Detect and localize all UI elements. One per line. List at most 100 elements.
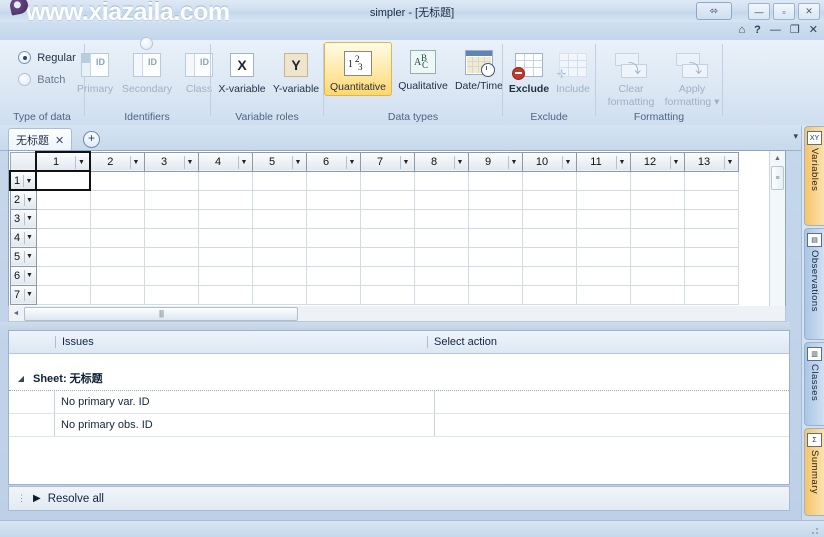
row-header-1[interactable]: 1 ▼: [9, 170, 37, 191]
sidebar-item-variables[interactable]: XY Variables: [804, 126, 824, 226]
quantitative-button[interactable]: 123 Quantitative: [324, 42, 392, 96]
column-header-9[interactable]: 9 ▼: [467, 151, 523, 172]
cell-1-10[interactable]: [521, 170, 577, 191]
column-header-3[interactable]: 3 ▼: [143, 151, 199, 172]
column-header-8[interactable]: 8 ▼: [413, 151, 469, 172]
cell-7-9[interactable]: [467, 284, 523, 305]
cell-5-4[interactable]: [197, 246, 253, 267]
cell-2-2[interactable]: [89, 189, 145, 210]
cell-4-2[interactable]: [89, 227, 145, 248]
cell-7-1[interactable]: [35, 284, 91, 305]
cell-3-3[interactable]: [143, 208, 199, 229]
cell-1-8[interactable]: [413, 170, 469, 191]
cell-1-12[interactable]: [629, 170, 685, 191]
drag-handle-icon[interactable]: ⋮: [17, 494, 26, 503]
cell-2-13[interactable]: [683, 189, 739, 210]
cell-4-6[interactable]: [305, 227, 361, 248]
cell-4-5[interactable]: [251, 227, 307, 248]
cell-5-7[interactable]: [359, 246, 415, 267]
cell-2-9[interactable]: [467, 189, 523, 210]
cell-2-1[interactable]: [35, 189, 91, 210]
cell-3-6[interactable]: [305, 208, 361, 229]
column-header-4[interactable]: 4 ▼: [197, 151, 253, 172]
column-header-6[interactable]: 6 ▼: [305, 151, 361, 172]
sheet-tab-active[interactable]: 无标题 ✕: [8, 128, 73, 151]
grid-horizontal-scrollbar[interactable]: ◄ ||||: [8, 306, 786, 322]
cell-4-9[interactable]: [467, 227, 523, 248]
cell-3-12[interactable]: [629, 208, 685, 229]
cell-4-13[interactable]: [683, 227, 739, 248]
play-triangle-icon[interactable]: ▶: [33, 493, 41, 504]
primary-id-button[interactable]: ID Primary: [69, 45, 121, 95]
cell-2-7[interactable]: [359, 189, 415, 210]
cell-7-8[interactable]: [413, 284, 469, 305]
cell-7-2[interactable]: [89, 284, 145, 305]
cell-7-4[interactable]: [197, 284, 253, 305]
cell-5-2[interactable]: [89, 246, 145, 267]
cell-1-6[interactable]: [305, 170, 361, 191]
cell-3-7[interactable]: [359, 208, 415, 229]
close-button[interactable]: ✕: [798, 3, 820, 20]
select-all-corner[interactable]: [9, 151, 37, 172]
cell-6-1[interactable]: [35, 265, 91, 286]
radio-regular[interactable]: Regular: [18, 51, 76, 64]
column-header-10[interactable]: 10 ▼: [521, 151, 577, 172]
x-variable-button[interactable]: X X-variable: [216, 45, 268, 95]
qualitative-button[interactable]: ABC Qualitative: [394, 42, 452, 92]
cell-7-11[interactable]: [575, 284, 631, 305]
cell-5-3[interactable]: [143, 246, 199, 267]
cell-2-5[interactable]: [251, 189, 307, 210]
grid-vertical-scrollbar[interactable]: ▲ ≡ ▼: [769, 151, 785, 321]
cell-7-3[interactable]: [143, 284, 199, 305]
cell-7-12[interactable]: [629, 284, 685, 305]
row-header-3[interactable]: 3 ▼: [9, 208, 37, 229]
issues-group-header[interactable]: ◢ Sheet: 无标题: [9, 366, 789, 391]
cell-6-6[interactable]: [305, 265, 361, 286]
expand-collapse-icon[interactable]: ◢: [9, 374, 33, 383]
cell-4-8[interactable]: [413, 227, 469, 248]
sidebar-item-summary[interactable]: Σ Summary: [804, 428, 824, 516]
cell-7-7[interactable]: [359, 284, 415, 305]
row-header-5[interactable]: 5 ▼: [9, 246, 37, 267]
add-sheet-icon[interactable]: +: [83, 131, 100, 148]
cell-1-2[interactable]: [89, 170, 145, 191]
row-header-2[interactable]: 2 ▼: [9, 189, 37, 210]
cell-5-5[interactable]: [251, 246, 307, 267]
scroll-up-icon[interactable]: ▲: [770, 151, 785, 165]
cell-2-11[interactable]: [575, 189, 631, 210]
cell-3-1[interactable]: [35, 208, 91, 229]
cell-6-3[interactable]: [143, 265, 199, 286]
column-header-1[interactable]: 1 ▼: [35, 151, 91, 172]
scroll-left-icon[interactable]: ◄: [9, 310, 23, 317]
cell-6-2[interactable]: [89, 265, 145, 286]
cell-4-12[interactable]: [629, 227, 685, 248]
mdi-restore-icon[interactable]: ❐: [790, 23, 800, 36]
cell-3-13[interactable]: [683, 208, 739, 229]
cell-7-13[interactable]: [683, 284, 739, 305]
cell-4-1[interactable]: [35, 227, 91, 248]
cell-1-4[interactable]: [197, 170, 253, 191]
cell-1-1[interactable]: [35, 170, 91, 191]
cell-3-2[interactable]: [89, 208, 145, 229]
list-item[interactable]: No primary var. ID: [9, 391, 789, 414]
column-header-13[interactable]: 13 ▼: [683, 151, 739, 172]
secondary-id-button[interactable]: ID Secondary: [121, 37, 173, 95]
cell-6-10[interactable]: [521, 265, 577, 286]
cell-6-8[interactable]: [413, 265, 469, 286]
column-header-5[interactable]: 5 ▼: [251, 151, 307, 172]
cell-2-4[interactable]: [197, 189, 253, 210]
minimize-button[interactable]: —: [748, 3, 770, 20]
cell-4-7[interactable]: [359, 227, 415, 248]
cell-6-13[interactable]: [683, 265, 739, 286]
cell-1-5[interactable]: [251, 170, 307, 191]
horizontal-scroll-thumb[interactable]: ||||: [24, 306, 298, 321]
radio-batch[interactable]: Batch: [18, 73, 76, 86]
cell-6-5[interactable]: [251, 265, 307, 286]
sidebar-item-classes[interactable]: ▥ Classes: [804, 342, 824, 426]
cell-1-3[interactable]: [143, 170, 199, 191]
cell-2-12[interactable]: [629, 189, 685, 210]
cell-5-8[interactable]: [413, 246, 469, 267]
cell-5-10[interactable]: [521, 246, 577, 267]
restore-window-button[interactable]: ⬄: [696, 2, 732, 20]
cell-4-10[interactable]: [521, 227, 577, 248]
